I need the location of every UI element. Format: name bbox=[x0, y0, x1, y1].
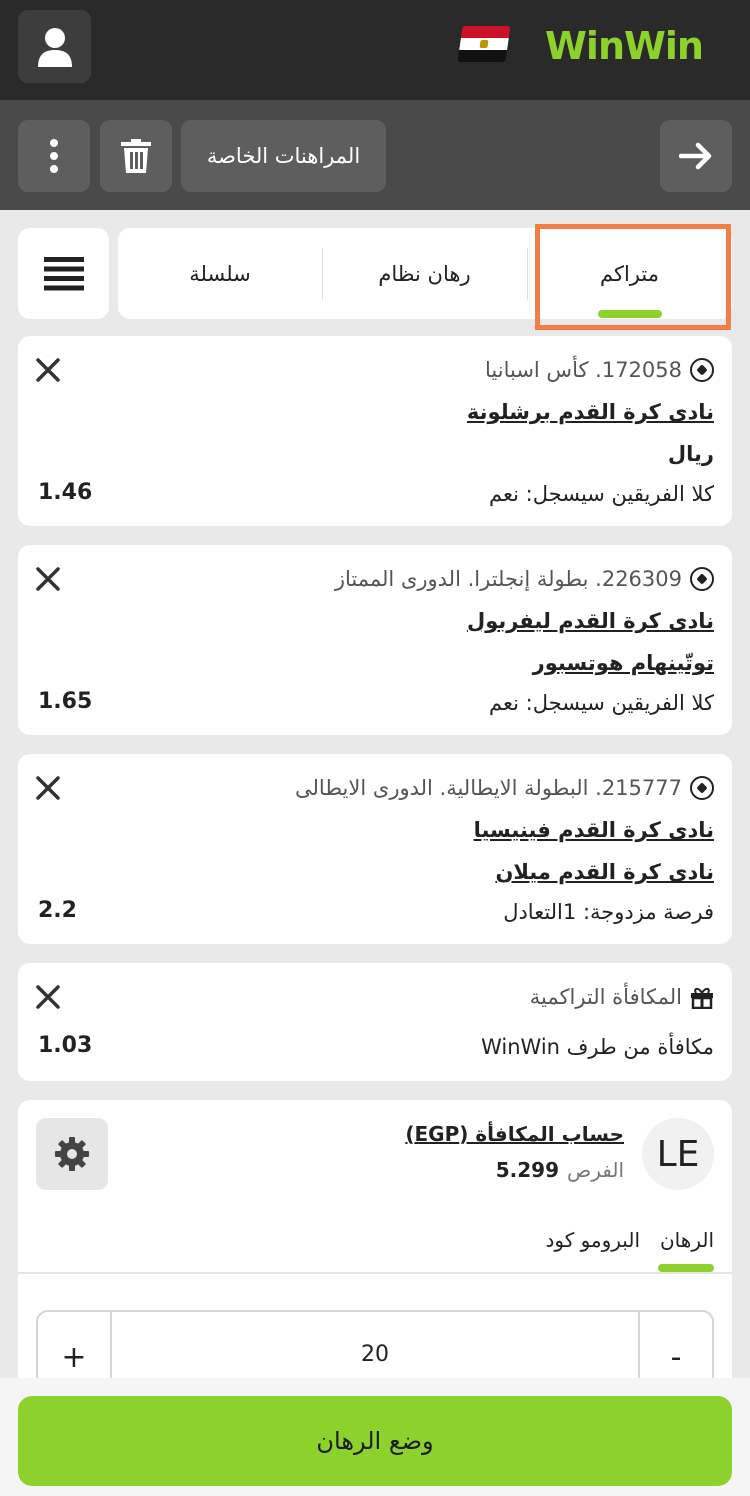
tab-bet[interactable]: الرهان bbox=[660, 1228, 714, 1252]
divider bbox=[18, 1272, 732, 1274]
tab-promo-code[interactable]: البرومو كود bbox=[545, 1228, 640, 1252]
bet-card: 226309. بطولة إنجلترا. الدورى الممتاز نا… bbox=[18, 545, 732, 735]
bonus-title: المكافأة التراكمية bbox=[529, 985, 682, 1009]
tab-chain[interactable]: سلسلة bbox=[118, 228, 322, 319]
place-bet-button[interactable]: وضع الرهان bbox=[18, 1396, 732, 1486]
more-options-button[interactable] bbox=[18, 120, 90, 192]
soccer-ball-icon bbox=[690, 567, 714, 591]
team-home[interactable]: نادى كرة القدم برشلونة bbox=[467, 400, 714, 424]
league-label: 215777. البطولة الايطالية. الدورى الايطا… bbox=[295, 776, 682, 800]
gift-icon bbox=[691, 987, 713, 1009]
user-icon bbox=[37, 27, 72, 67]
account-selector[interactable]: حساب المكافأة (EGP) bbox=[405, 1122, 624, 1146]
close-icon[interactable] bbox=[34, 983, 62, 1011]
close-icon[interactable] bbox=[34, 565, 62, 593]
bet-odd: 1.65 bbox=[38, 689, 93, 714]
arrow-right-icon bbox=[679, 142, 712, 170]
bet-outcome: فرصة مزدوجة: 1التعادل bbox=[503, 900, 714, 924]
list-view-button[interactable] bbox=[18, 228, 109, 319]
private-bets-button[interactable]: المراهنات الخاصة bbox=[181, 120, 386, 192]
bottom-bar: وضع الرهان bbox=[0, 1378, 750, 1496]
settings-button[interactable] bbox=[36, 1118, 108, 1190]
currency-avatar: LE bbox=[642, 1118, 714, 1190]
betslip-toolbar: المراهنات الخاصة bbox=[0, 100, 750, 210]
soccer-ball-icon bbox=[690, 358, 714, 382]
bonus-card: المكافأة التراكمية مكافأة من طرف WinWin … bbox=[18, 963, 732, 1081]
bet-league: 215777. البطولة الايطالية. الدورى الايطا… bbox=[295, 776, 714, 800]
list-icon bbox=[43, 256, 84, 290]
delete-all-button[interactable] bbox=[100, 120, 172, 192]
stake-panel: LE حساب المكافأة (EGP) الفرص 5.299 الرهان… bbox=[18, 1100, 732, 1420]
team-away[interactable]: نادى كرة القدم ميلان bbox=[495, 860, 714, 884]
bet-card: 215777. البطولة الايطالية. الدورى الايطا… bbox=[18, 754, 732, 944]
account-balance: الفرص 5.299 bbox=[496, 1158, 624, 1182]
stake-input[interactable]: 20 bbox=[112, 1342, 638, 1367]
close-icon[interactable] bbox=[34, 774, 62, 802]
team-away[interactable]: توتّينهام هوتسبور bbox=[533, 651, 714, 675]
bonus-header: المكافأة التراكمية bbox=[530, 985, 714, 1009]
bet-odd: 2.2 bbox=[38, 898, 77, 923]
team-home[interactable]: نادى كرة القدم فينيسيا bbox=[474, 818, 714, 842]
bet-league: 172058. كأس اسبانيا bbox=[485, 358, 714, 382]
profile-button[interactable] bbox=[18, 10, 91, 83]
team-away[interactable]: ريال bbox=[668, 442, 714, 466]
top-bar: WinWin bbox=[0, 0, 750, 100]
tab-system[interactable]: رهان نظام bbox=[322, 228, 527, 319]
brand-logo: WinWin bbox=[545, 24, 704, 68]
balance-label: الفرص bbox=[567, 1158, 624, 1182]
team-home[interactable]: نادى كرة القدم ليفربول bbox=[467, 609, 714, 633]
trash-icon bbox=[121, 139, 151, 173]
bonus-text: مكافأة من طرف WinWin bbox=[481, 1035, 714, 1059]
league-label: 226309. بطولة إنجلترا. الدورى الممتاز bbox=[334, 567, 682, 591]
kebab-menu-icon bbox=[50, 139, 58, 173]
bet-odd: 1.46 bbox=[38, 480, 93, 505]
balance-value: 5.299 bbox=[495, 1158, 560, 1182]
gear-icon bbox=[55, 1137, 89, 1171]
bet-league: 226309. بطولة إنجلترا. الدورى الممتاز bbox=[335, 567, 714, 591]
bonus-odd: 1.03 bbox=[38, 1033, 93, 1058]
bet-outcome: كلا الفريقين سيسجل: نعم bbox=[489, 691, 714, 715]
soccer-ball-icon bbox=[690, 776, 714, 800]
active-tab-indicator bbox=[658, 1264, 714, 1272]
egypt-flag-icon bbox=[457, 26, 511, 62]
bet-outcome: كلا الفريقين سيسجل: نعم bbox=[489, 482, 714, 506]
bet-card: 172058. كأس اسبانيا نادى كرة القدم برشلو… bbox=[18, 336, 732, 526]
forward-button[interactable] bbox=[660, 120, 732, 192]
league-label: 172058. كأس اسبانيا bbox=[485, 358, 682, 382]
close-icon[interactable] bbox=[34, 356, 62, 384]
highlight-box bbox=[535, 224, 731, 330]
